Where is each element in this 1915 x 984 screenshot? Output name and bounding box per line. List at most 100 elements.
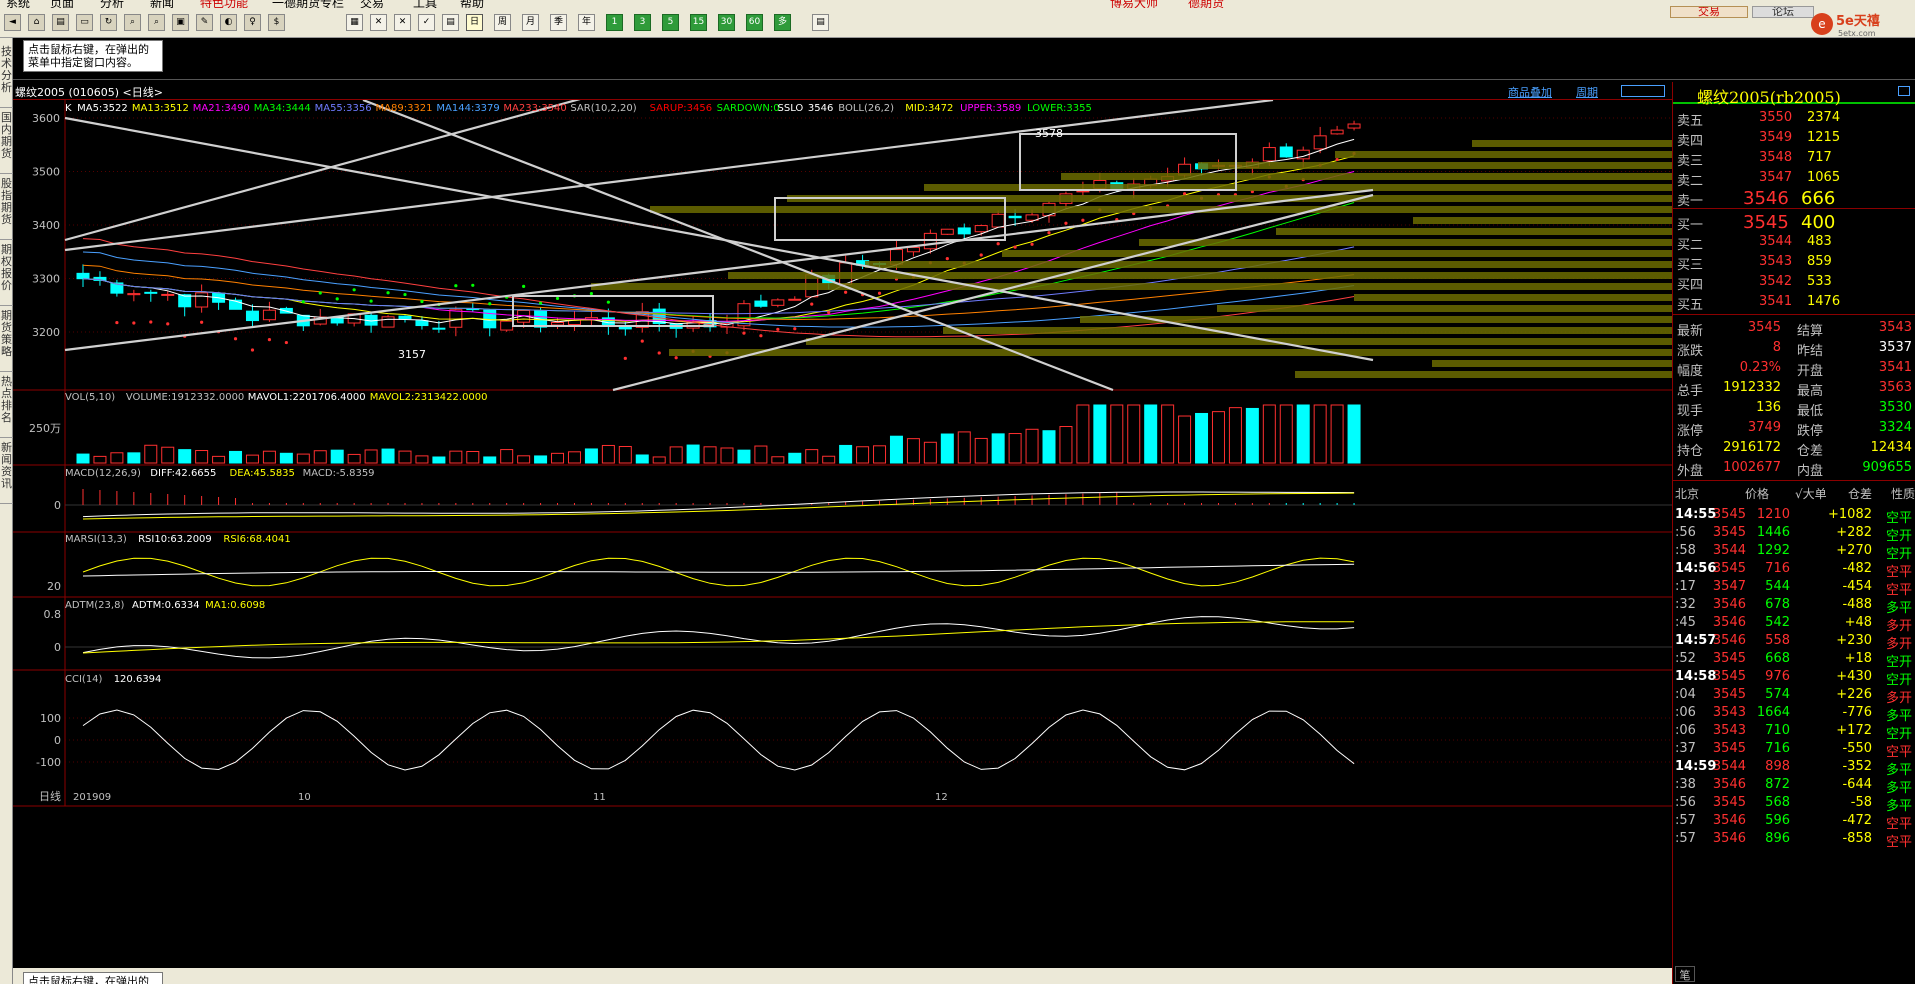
menu-item[interactable]: 帮助 [460,0,484,8]
toolbar-tool-icon[interactable]: ✓ [418,14,435,31]
menu-item[interactable]: 工具 [413,0,437,8]
minute-period-button[interactable]: 多 [774,14,791,31]
trade-price: 3544 [1712,543,1746,558]
sar-dot [386,291,390,295]
toolbar-icon-button[interactable]: ♀ [244,14,261,31]
side-tab[interactable]: 技术分析 [0,46,13,108]
toolbar-icon-button[interactable]: ✎ [196,14,213,31]
sar-dot [522,284,526,289]
trade-price: 3546 [1712,831,1746,846]
period-button[interactable]: 季 [550,14,567,31]
date-axis-label: 日线 [39,789,61,803]
forum-button[interactable]: 论坛 [1752,6,1814,18]
period-link[interactable]: 周期 [1576,84,1598,100]
volume-bar [466,450,480,464]
sar-dot [267,338,272,342]
trade-price: 3546 [1712,813,1746,828]
minute-period-button[interactable]: 30 [718,14,735,31]
volume-bar [1211,411,1225,464]
indicator-label: MACD(12,26,9) [65,468,141,479]
menu-item[interactable]: 特色功能 [200,0,248,8]
side-tab[interactable]: 期货策略 [0,310,13,372]
toolbar-tool-icon[interactable]: ✕ [394,14,411,31]
toolbar-icon-button[interactable]: ↻ [100,14,117,31]
overlay-link[interactable]: 商品叠加 [1508,84,1552,100]
price-tick: 3500 [32,166,60,179]
stat-label: 持仓 [1677,444,1704,459]
panel-menu-icon[interactable] [1898,86,1910,96]
side-tab[interactable]: 国内期货 [0,112,13,174]
toolbar-icon-button[interactable]: ⌂ [28,14,45,31]
trade-volume: 668 [1765,651,1790,666]
ma-line [82,202,1355,319]
minute-period-button[interactable]: 5 [662,14,679,31]
orderbook-price: 3543 [1759,254,1793,269]
period-button[interactable]: 周 [494,14,511,31]
toolbar-tool-icon[interactable]: ▦ [346,14,363,31]
volume-bar [517,455,531,464]
minute-period-button[interactable]: 1 [606,14,623,31]
menu-right-item[interactable]: 德期货 [1188,0,1224,8]
orderbook-volume: 483 [1807,234,1832,249]
volume-bar [635,454,649,464]
volume-bar [1161,404,1175,464]
volume-bar [906,438,920,464]
trade-oi-change: -488 [1842,597,1872,612]
menu-item[interactable]: 新闻 [150,0,174,8]
side-tab[interactable]: 期权报价 [0,244,13,306]
toolbar-tool-icon[interactable]: ▤ [442,14,459,31]
menu-item[interactable]: 系统 [6,0,30,8]
toolbar-icon-button[interactable]: ◄ [4,14,21,31]
menu-item[interactable]: 一德期货专栏 [272,0,344,8]
toolbar-icon-button[interactable]: $ [268,14,285,31]
orderbook-label: 卖五 [1677,114,1704,129]
tip-area: 点击鼠标右键，在弹出的菜单中指定窗口内容。 [13,38,1915,80]
trade-time: :56 [1675,795,1696,810]
adtm-axis-tick: 0.8 [44,608,62,621]
toolbar-tool-icon[interactable]: ✕ [370,14,387,31]
period-button[interactable]: 月 [522,14,539,31]
sar-dot [1081,218,1085,222]
price-tick: 3400 [32,219,60,232]
volume-profile-bar [669,349,1672,356]
orderbook-volume: 400 [1801,212,1836,233]
window-buttons[interactable] [1621,85,1665,97]
menu-item[interactable]: 页面 [50,0,74,8]
period-button[interactable]: 日 [466,14,483,31]
toolbar-icon-button[interactable]: ◐ [220,14,237,31]
candle-body [127,293,141,296]
menu-right-item[interactable]: 博易大师 [1110,0,1158,8]
volume-bar [703,446,717,464]
grid-icon[interactable]: ▤ [812,14,829,31]
volume-bar [771,456,785,464]
period-button[interactable]: 年 [578,14,595,31]
side-tab[interactable]: 股指期货 [0,178,13,240]
minute-period-button[interactable]: 60 [746,14,763,31]
trade-volume: 896 [1765,831,1790,846]
toolbar-icon-button[interactable]: ⌕ [148,14,165,31]
volume-profile-bar [1061,173,1672,180]
toolbar-icon-button[interactable]: ▣ [172,14,189,31]
indicator-label: MA55:3356 [315,103,372,114]
menu-item[interactable]: 分析 [100,0,124,8]
volume-bar [110,452,124,464]
toolbar-icon-button[interactable]: ▭ [76,14,93,31]
trade-footer-tab[interactable]: 笔 [1675,966,1695,982]
toolbar-icon-button[interactable]: ⌕ [124,14,141,31]
orderbook-row: 买五 3541 1476 [1673,292,1915,313]
volume-bar [940,433,954,464]
sar-dot [776,327,780,331]
sar-dot [589,291,594,296]
side-tab[interactable]: 新闻资讯 [0,442,13,504]
volume-profile-bar [1413,217,1672,224]
side-tab[interactable]: 热点排名 [0,376,13,438]
toolbar-icon-button[interactable]: ▤ [52,14,69,31]
trade-button[interactable]: 交易 [1670,6,1748,18]
minute-period-button[interactable]: 3 [634,14,651,31]
volume-bar [822,455,836,464]
menu-item[interactable]: 交易 [360,0,384,8]
volume-bar [1076,404,1090,464]
sar-dot [454,284,458,288]
minute-period-button[interactable]: 15 [690,14,707,31]
volume-bar [330,449,344,464]
